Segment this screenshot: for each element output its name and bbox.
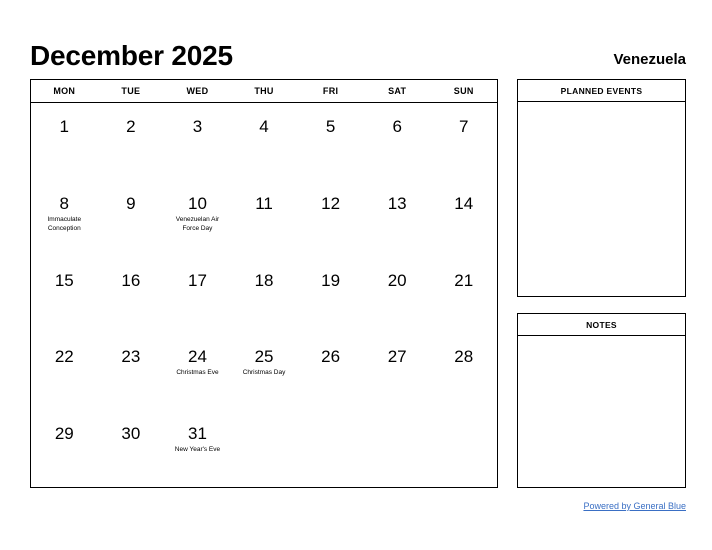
page-header: December 2025 Venezuela bbox=[30, 28, 686, 70]
page-title: December 2025 bbox=[30, 40, 233, 71]
calendar-day-cell[interactable]: 9 bbox=[98, 180, 165, 257]
calendar-day-cell[interactable]: 5 bbox=[297, 103, 364, 180]
calendar-day-cell[interactable]: 26 bbox=[297, 333, 364, 410]
calendar-day-cell[interactable]: 14 bbox=[430, 180, 497, 257]
day-number: 4 bbox=[259, 117, 269, 136]
calendar-weeks: 1 2 3 4 5 6 7 8 Immaculate Conception 9 10 Venezuel… bbox=[31, 103, 497, 487]
calendar-day-cell[interactable]: 12 bbox=[297, 180, 364, 257]
day-number: 21 bbox=[454, 270, 474, 290]
weekday-header-tue: TUE bbox=[121, 86, 141, 96]
powered-by-link[interactable]: Powered by General Blue bbox=[583, 501, 686, 511]
calendar-day-cell[interactable]: 10 Venezuelan Air Force Day bbox=[164, 180, 231, 257]
calendar-day-cell[interactable]: 6 bbox=[364, 103, 431, 180]
day-number: 15 bbox=[54, 270, 74, 290]
calendar-day-cell-empty bbox=[430, 410, 497, 487]
calendar-day-cell[interactable]: 15 bbox=[31, 257, 98, 334]
calendar-day-cell-empty bbox=[364, 410, 431, 487]
day-number: 10 bbox=[187, 193, 207, 213]
day-number: 5 bbox=[325, 117, 336, 136]
calendar-day-cell[interactable]: 30 bbox=[98, 410, 165, 487]
weekday-header-thu: THU bbox=[254, 86, 274, 96]
calendar-week-row: 8 Immaculate Conception 9 10 Venezuelan Air … bbox=[31, 180, 497, 257]
calendar-day-cell[interactable]: 27 bbox=[364, 333, 431, 410]
calendar-day-cell[interactable]: 19 bbox=[297, 257, 364, 334]
calendar-day-cell-empty bbox=[231, 410, 298, 487]
calendar-grid: MON TUE WED THU FRI SAT SUN 1 2 3 4 5 6 7 8 Immaculate… bbox=[30, 79, 498, 488]
calendar-day-cell[interactable]: 31 New Year's Eve bbox=[164, 410, 231, 487]
calendar-day-cell[interactable]: 16 bbox=[98, 257, 165, 334]
day-number: 16 bbox=[121, 270, 141, 290]
weekday-header-mon: MON bbox=[53, 86, 76, 96]
calendar-day-cell[interactable]: 3 bbox=[164, 103, 231, 180]
day-event-label: Christmas Day bbox=[242, 369, 286, 377]
day-event-label: Venezuelan Air Force Day bbox=[175, 215, 220, 232]
notes-panel: NOTES bbox=[517, 313, 686, 488]
weekday-header-sun: SUN bbox=[453, 86, 474, 96]
day-number: 7 bbox=[459, 117, 469, 136]
calendar-week-row: 15 16 17 18 19 20 21 bbox=[31, 257, 497, 334]
day-number: 6 bbox=[392, 117, 402, 136]
calendar-day-cell[interactable]: 1 bbox=[31, 103, 98, 180]
calendar-day-cell[interactable]: 2 bbox=[98, 103, 165, 180]
day-number: 27 bbox=[387, 347, 407, 367]
day-event-label: Christmas Eve bbox=[176, 369, 219, 377]
day-number: 3 bbox=[192, 117, 203, 136]
weekday-header-wed: WED bbox=[186, 86, 209, 96]
day-number: 18 bbox=[254, 270, 274, 290]
planned-events-panel: PLANNED EVENTS bbox=[517, 79, 686, 297]
notes-body[interactable] bbox=[518, 336, 685, 487]
country-label: Venezuela bbox=[613, 51, 686, 68]
calendar-day-cell[interactable]: 24 Christmas Eve bbox=[164, 333, 231, 410]
calendar-day-cell[interactable]: 18 bbox=[231, 257, 298, 334]
day-number: 20 bbox=[387, 270, 407, 290]
calendar-week-row: 1 2 3 4 5 6 7 bbox=[31, 103, 497, 180]
day-number: 12 bbox=[321, 193, 341, 213]
calendar-day-cell[interactable]: 28 bbox=[430, 333, 497, 410]
weekday-header-row: MON TUE WED THU FRI SAT SUN bbox=[31, 80, 497, 103]
day-number: 23 bbox=[121, 347, 141, 367]
weekday-header-sat: SAT bbox=[388, 86, 407, 96]
calendar-day-cell[interactable]: 29 bbox=[31, 410, 98, 487]
day-number: 11 bbox=[255, 193, 273, 213]
day-event-label: New Year's Eve bbox=[174, 446, 221, 454]
day-number: 29 bbox=[54, 424, 74, 444]
day-number: 9 bbox=[126, 193, 136, 213]
calendar-week-row: 29 30 31 New Year's Eve bbox=[31, 410, 497, 487]
day-number: 22 bbox=[54, 347, 74, 367]
day-number: 17 bbox=[187, 270, 207, 290]
planned-events-body[interactable] bbox=[518, 102, 685, 296]
weekday-header-fri: FRI bbox=[322, 86, 339, 96]
page-footer: Powered by General Blue bbox=[30, 496, 686, 514]
calendar-day-cell[interactable]: 22 bbox=[31, 333, 98, 410]
calendar-day-cell[interactable]: 23 bbox=[98, 333, 165, 410]
calendar-day-cell[interactable]: 17 bbox=[164, 257, 231, 334]
calendar-day-cell[interactable]: 4 bbox=[231, 103, 298, 180]
calendar-day-cell[interactable]: 20 bbox=[364, 257, 431, 334]
day-number: 19 bbox=[321, 270, 341, 290]
day-number: 1 bbox=[59, 117, 70, 136]
planned-events-title: PLANNED EVENTS bbox=[518, 80, 685, 102]
day-number: 31 bbox=[187, 424, 207, 444]
notes-title: NOTES bbox=[518, 314, 685, 336]
calendar-day-cell[interactable]: 25 Christmas Day bbox=[231, 333, 298, 410]
day-number: 24 bbox=[187, 347, 207, 367]
calendar-day-cell-empty bbox=[297, 410, 364, 487]
day-number: 30 bbox=[121, 424, 141, 444]
day-number: 8 bbox=[59, 193, 70, 213]
day-number: 2 bbox=[126, 117, 136, 136]
calendar-week-row: 22 23 24 Christmas Eve 25 Christmas Day 26 27 28 bbox=[31, 333, 497, 410]
day-number: 28 bbox=[454, 347, 474, 367]
calendar-day-cell[interactable]: 8 Immaculate Conception bbox=[31, 180, 98, 257]
day-number: 14 bbox=[454, 193, 474, 213]
day-number: 13 bbox=[387, 193, 407, 213]
calendar-day-cell[interactable]: 13 bbox=[364, 180, 431, 257]
calendar-day-cell[interactable]: 11 bbox=[231, 180, 298, 257]
day-event-label: Immaculate Conception bbox=[47, 215, 82, 232]
calendar-day-cell[interactable]: 7 bbox=[430, 103, 497, 180]
day-number: 26 bbox=[321, 347, 341, 367]
calendar-day-cell[interactable]: 21 bbox=[430, 257, 497, 334]
day-number: 25 bbox=[254, 347, 274, 367]
